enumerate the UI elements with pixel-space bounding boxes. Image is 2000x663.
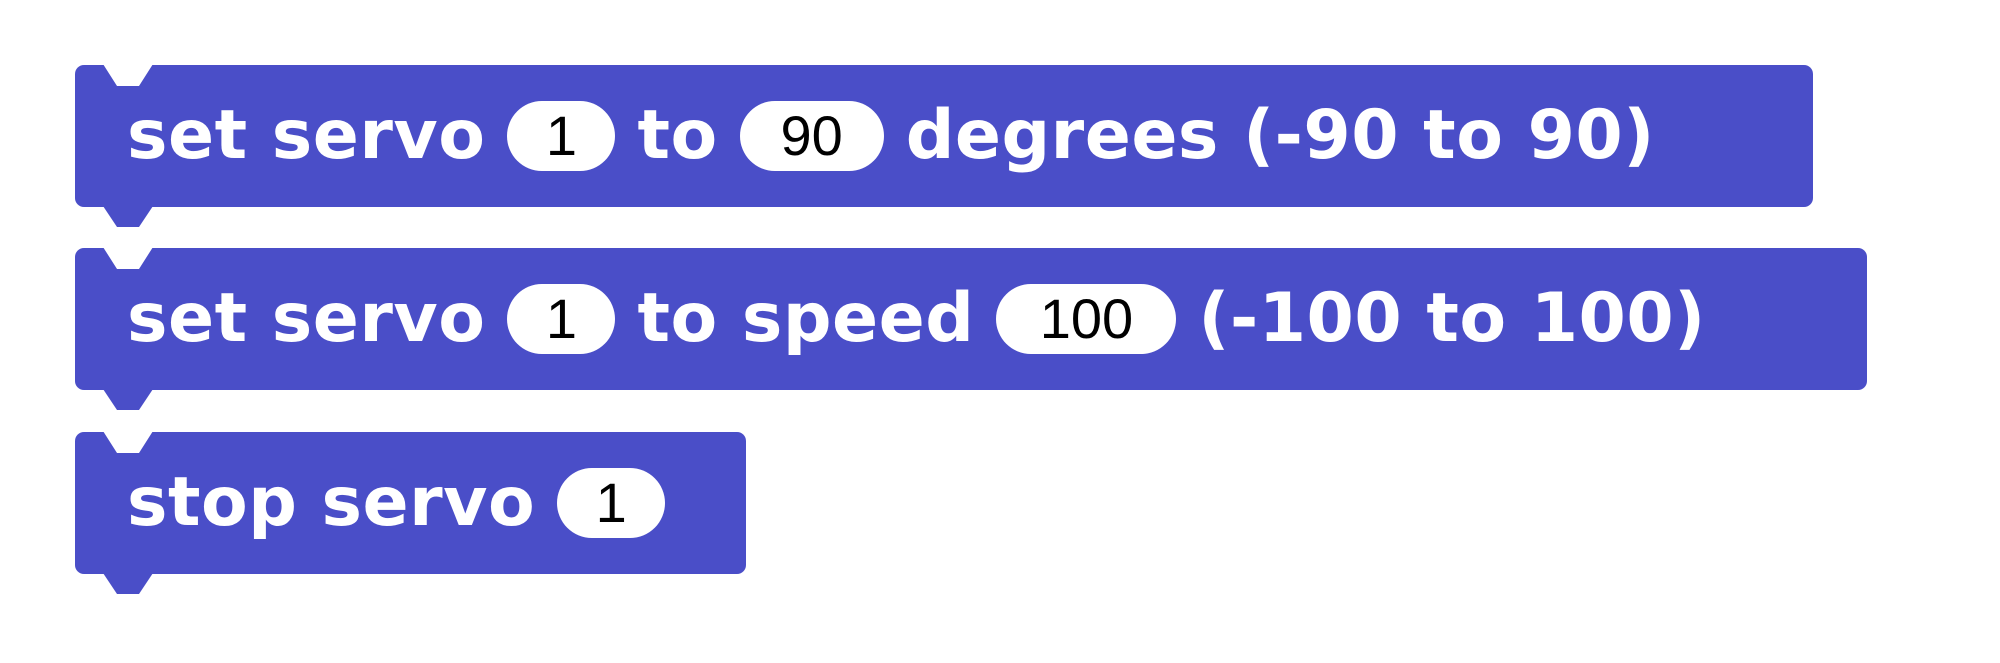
block-label-to-speed: to speed: [637, 279, 975, 358]
servo-number-field[interactable]: 1: [507, 101, 616, 171]
block-label-to: to: [637, 96, 718, 175]
block-label-set-servo: set servo: [127, 96, 486, 175]
block-label-speed-range: (-100 to 100): [1198, 279, 1706, 358]
set-servo-degrees-block[interactable]: set servo 1 to 90 degrees (-90 to 90): [75, 65, 1813, 207]
block-label-degrees-range: degrees (-90 to 90): [905, 96, 1655, 175]
block-label-set-servo: set servo: [127, 279, 486, 358]
speed-value-field[interactable]: 100: [996, 284, 1177, 354]
stop-servo-block[interactable]: stop servo 1: [75, 432, 746, 574]
set-servo-speed-block[interactable]: set servo 1 to speed 100 (-100 to 100): [75, 248, 1867, 390]
servo-number-field[interactable]: 1: [507, 284, 616, 354]
block-label-stop-servo: stop servo: [127, 463, 536, 542]
servo-number-field[interactable]: 1: [557, 468, 666, 538]
degrees-value-field[interactable]: 90: [739, 101, 884, 171]
